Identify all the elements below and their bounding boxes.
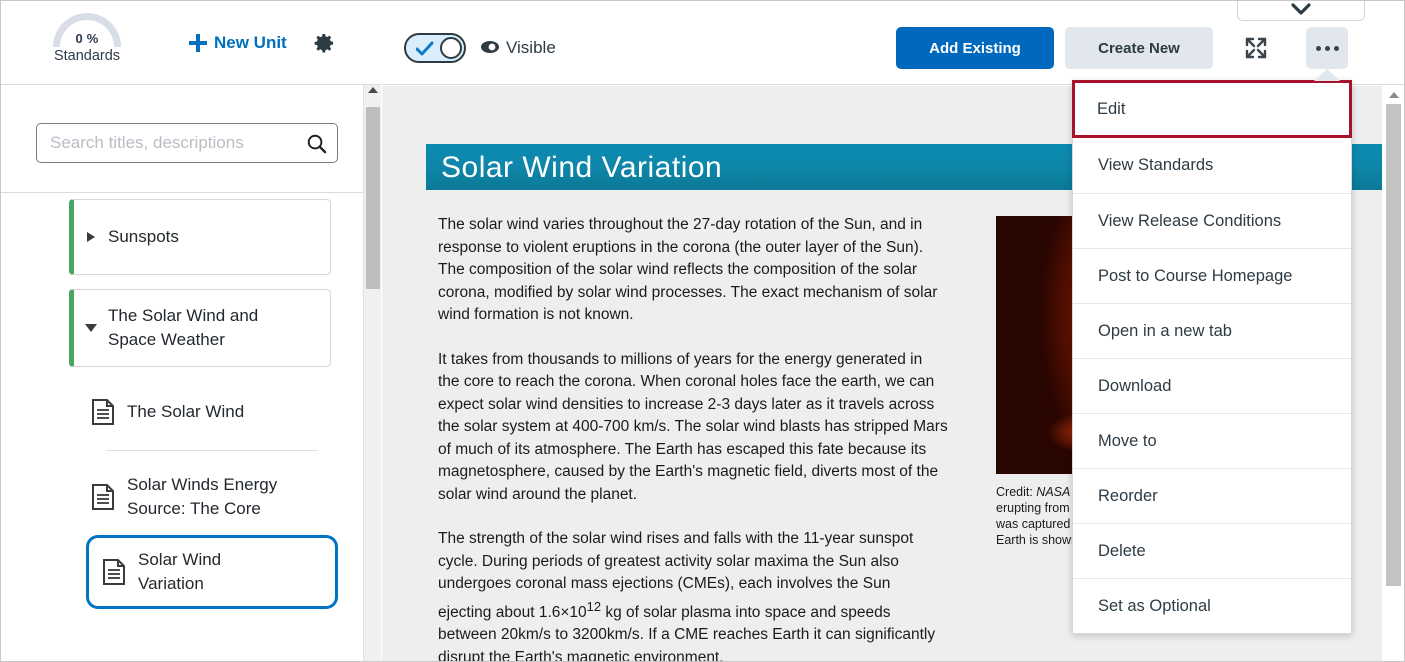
paragraph-1: The solar wind varies throughout the 27-… (438, 216, 938, 323)
menu-item-move-to[interactable]: Move to (1073, 413, 1351, 468)
document-icon (92, 399, 114, 425)
search-input[interactable] (37, 132, 295, 154)
scroll-up-arrow-icon[interactable] (1389, 92, 1399, 98)
menu-item-view-standards[interactable]: View Standards (1073, 138, 1351, 193)
visible-label: Visible (506, 38, 556, 57)
document-body: The solar wind varies throughout the 27-… (438, 214, 948, 661)
gauge-label: Standards (53, 48, 121, 64)
standards-gauge: 0 % Standards (45, 9, 129, 71)
gauge-percent: 0 % (75, 31, 99, 46)
paragraph-2: It takes from thousands to millions of y… (438, 350, 948, 503)
scrollbar-thumb[interactable] (1386, 104, 1401, 586)
sidebar-scrollbar[interactable] (363, 85, 381, 661)
settings-gear-button[interactable] (309, 28, 339, 58)
topic-title: Solar Winds Energy Source: The Core (127, 475, 278, 518)
search-box[interactable] (36, 123, 338, 163)
unit-title: Sunspots (108, 227, 179, 246)
search-icon (307, 134, 326, 153)
menu-pointer-arrow (1314, 69, 1340, 81)
tree-divider (106, 450, 318, 451)
plus-icon (189, 34, 207, 52)
tree-topic-solar-wind-variation[interactable]: Solar Wind Variation (86, 535, 338, 609)
scroll-up-arrow-icon[interactable] (367, 87, 378, 93)
document-title: Solar Wind Variation (441, 151, 723, 184)
menu-item-open-in-a-new-tab[interactable]: Open in a new tab (1073, 303, 1351, 358)
chevron-right-icon[interactable] (74, 232, 108, 242)
tree-unit-sunspots[interactable]: Sunspots (69, 199, 331, 275)
new-unit-button[interactable]: New Unit (189, 33, 287, 53)
eye-icon (481, 41, 499, 53)
visibility-toggle[interactable] (404, 33, 466, 63)
document-icon (92, 484, 114, 510)
tree-topic-solar-winds-energy-source[interactable]: Solar Winds Energy Source: The Core (91, 473, 331, 521)
expand-fullscreen-button[interactable] (1237, 29, 1275, 67)
paragraph-3: The strength of the solar wind rises and… (438, 528, 948, 661)
main-toolbar: Visible Add Existing Create New (382, 1, 1404, 85)
tree-unit-solar-wind-space-weather[interactable]: The Solar Wind and Space Weather (69, 289, 331, 367)
course-content-app: 0 % Standards New Unit Search titles, de… (0, 0, 1405, 662)
content-scrollbar[interactable] (1382, 86, 1404, 661)
sidebar-header: 0 % Standards New Unit (1, 1, 381, 85)
menu-item-delete[interactable]: Delete (1073, 523, 1351, 578)
menu-item-view-release-conditions[interactable]: View Release Conditions (1073, 193, 1351, 248)
menu-item-edit[interactable]: Edit (1072, 80, 1352, 138)
check-icon (416, 41, 434, 56)
topic-title: The Solar Wind (127, 402, 245, 421)
new-unit-label: New Unit (214, 33, 287, 52)
ellipsis-icon (1315, 45, 1339, 51)
chevron-down-icon[interactable] (74, 324, 108, 332)
scrollbar-thumb[interactable] (366, 107, 380, 289)
sidebar-search-zone (1, 85, 363, 193)
top-dropdown-partial[interactable] (1237, 1, 1365, 21)
menu-item-post-to-course-homepage[interactable]: Post to Course Homepage (1073, 248, 1351, 303)
chevron-down-icon (1291, 3, 1311, 15)
toggle-knob[interactable] (440, 37, 462, 59)
add-existing-button[interactable]: Add Existing (896, 27, 1054, 69)
context-menu: Edit View Standards View Release Conditi… (1072, 80, 1352, 634)
tree-topic-the-solar-wind[interactable]: The Solar Wind (91, 393, 331, 431)
content-tree: Sunspots The Solar Wind and Space Weathe… (1, 194, 363, 661)
menu-item-reorder[interactable]: Reorder (1073, 468, 1351, 523)
menu-item-download[interactable]: Download (1073, 358, 1351, 413)
caption-source: NASA (1036, 485, 1071, 499)
search-button[interactable] (295, 124, 337, 162)
document-icon (103, 559, 125, 585)
create-new-button[interactable]: Create New (1065, 27, 1213, 69)
caption-prefix: Credit: (996, 485, 1037, 499)
expand-icon (1245, 37, 1267, 59)
sidebar: 0 % Standards New Unit Search titles, de… (1, 1, 381, 661)
more-options-button[interactable] (1306, 27, 1348, 69)
unit-title: The Solar Wind and Space Weather (108, 306, 259, 349)
topic-title: Solar Wind Variation (138, 550, 222, 593)
menu-item-set-as-optional[interactable]: Set as Optional (1073, 578, 1351, 633)
paragraph-3-superscript: 12 (586, 598, 602, 614)
gear-icon (314, 34, 333, 53)
